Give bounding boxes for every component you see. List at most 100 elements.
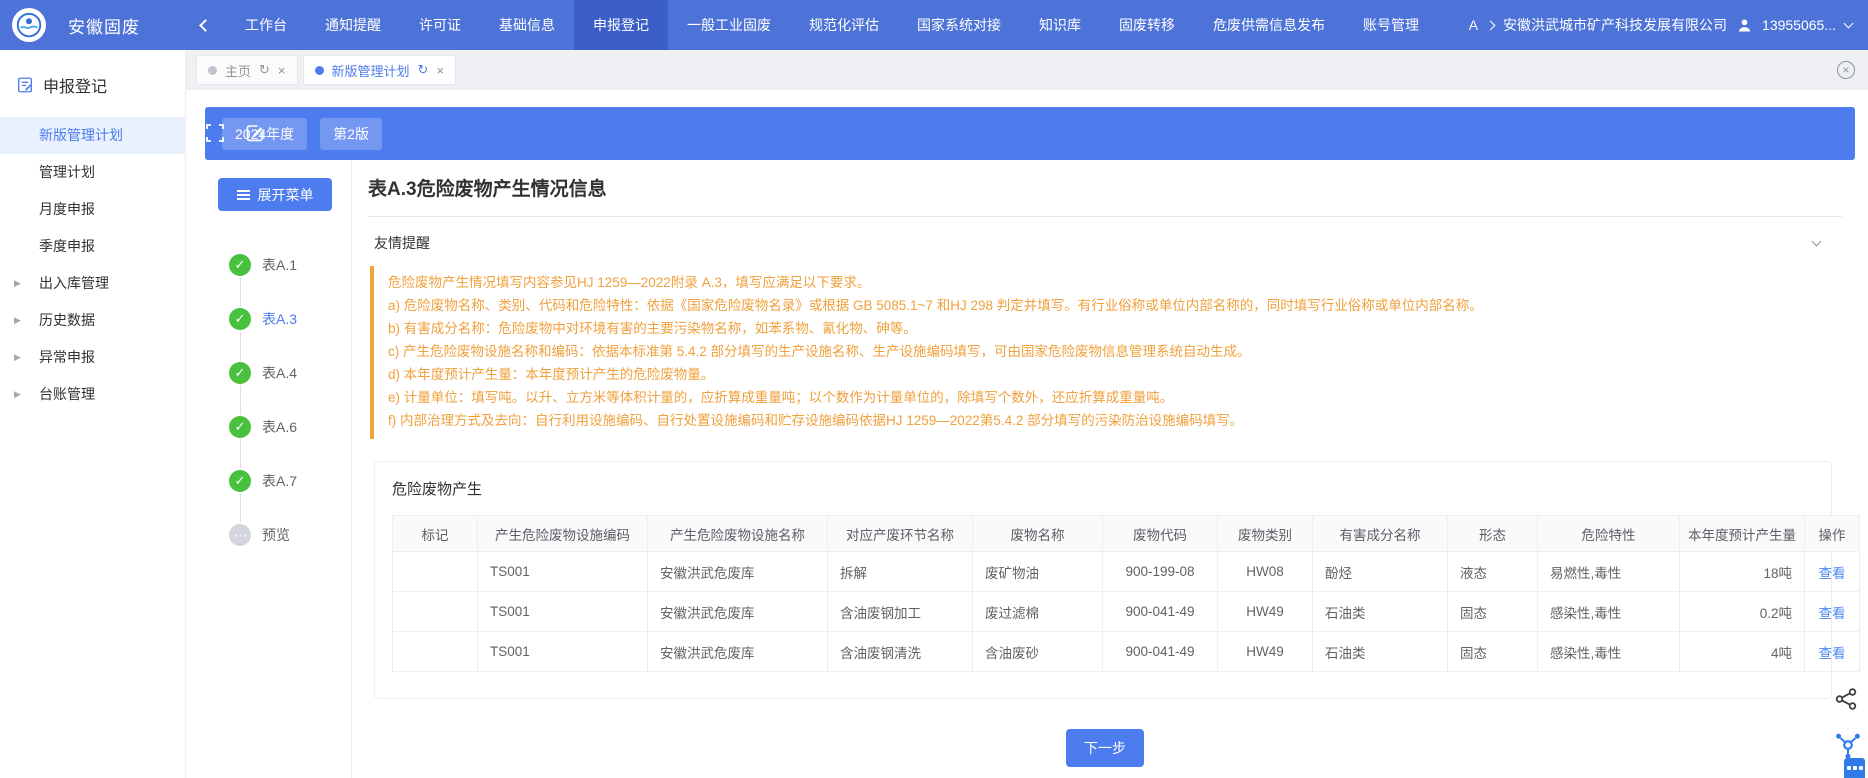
step-label: 表A.3 [262, 309, 297, 329]
float-corner-icon[interactable] [1844, 758, 1865, 778]
sidebar-header: 申报登记 [0, 50, 185, 117]
nav-item[interactable]: 申报登记 [574, 0, 668, 50]
tab-close-icon[interactable]: × [436, 63, 444, 78]
notice-box: 危险废物产生情况填写内容参见HJ 1259—2022附录 A.3，填写应满足以下… [370, 266, 1842, 439]
table-header-cell: 废物类别 [1218, 516, 1313, 552]
float-share-icon[interactable] [1833, 686, 1859, 712]
nav-item[interactable]: 许可证 [400, 0, 480, 50]
user-phone[interactable]: 13955065... [1762, 17, 1836, 33]
reminder-title: 友情提醒 [374, 233, 430, 253]
steps-column: 展开菜单 ✓ 表A.1 ✓ 表A.3 [205, 160, 351, 778]
nav-back-icon[interactable] [188, 21, 222, 30]
fullscreen-icon[interactable] [205, 123, 225, 143]
view-link[interactable]: 查看 [1819, 606, 1846, 621]
tab[interactable]: 主页 ↻ × [196, 55, 298, 85]
cell-waste-category: HW08 [1218, 552, 1313, 592]
sidebar-item-label: 台账管理 [39, 386, 95, 402]
cell-amount: 18吨 [1680, 552, 1805, 592]
step-status-icon: ✓ [229, 416, 251, 438]
step-status-icon: ✓ [229, 470, 251, 492]
sidebar-item[interactable]: ▶ 出入库管理 [0, 265, 185, 302]
edit-icon[interactable] [245, 123, 265, 143]
step-item[interactable]: ⋯ 预览 [229, 508, 351, 562]
cell-stage: 拆解 [828, 552, 973, 592]
nav-item[interactable]: 知识库 [1020, 0, 1100, 50]
waste-card: 危险废物产生 标记产生危险废物设施编码产生危险废物设施名称对应产废环节名称废物 [374, 461, 1832, 699]
view-link[interactable]: 查看 [1819, 566, 1846, 581]
sidebar-item[interactable]: ▶ 管理计划 [0, 154, 185, 191]
nav-item[interactable]: 通知提醒 [306, 0, 400, 50]
cell-facility-code: TS001 [478, 552, 648, 592]
tab-refresh-icon[interactable]: ↻ [418, 62, 429, 78]
sidebar-item-label: 出入库管理 [39, 275, 109, 291]
nav-item[interactable]: 一般工业固废 [668, 0, 790, 50]
cell-waste-code: 900-041-49 [1103, 632, 1218, 672]
cell-mark [393, 632, 478, 672]
navbar-overflow-item[interactable]: A [1469, 17, 1478, 33]
step-item[interactable]: ✓ 表A.6 [229, 400, 351, 454]
step-status-icon: ⋯ [229, 524, 251, 546]
reminder-header[interactable]: 友情提醒 [368, 217, 1842, 266]
tab[interactable]: 新版管理计划 ↻ × [303, 55, 457, 85]
cell-harmful-component: 石油类 [1313, 632, 1448, 672]
content-area: 2024年度 第2版 展开菜单 [186, 90, 1868, 778]
float-network-icon[interactable] [1833, 730, 1863, 760]
caret-down-icon[interactable] [1844, 19, 1854, 29]
step-item[interactable]: ✓ 表A.7 [229, 454, 351, 508]
nav-item[interactable]: 账号管理 [1344, 0, 1438, 50]
nav-item[interactable]: 工作台 [226, 0, 306, 50]
sidebar-item[interactable]: ▶ 月度申报 [0, 191, 185, 228]
cell-form: 固态 [1448, 592, 1538, 632]
nav-item[interactable]: 规范化评估 [790, 0, 898, 50]
sidebar-item-label: 月度申报 [39, 201, 95, 217]
sidebar-title: 申报登记 [43, 73, 107, 97]
step-label: 表A.6 [262, 417, 297, 437]
nav-item[interactable]: 固废转移 [1100, 0, 1194, 50]
cell-facility-code: TS001 [478, 592, 648, 632]
collapse-chevron-icon[interactable] [1812, 237, 1822, 247]
nav-item[interactable]: 基础信息 [480, 0, 574, 50]
cell-waste-code: 900-199-08 [1103, 552, 1218, 592]
notice-line: a) 危险废物名称、类别、代码和危险特性：依据《国家危险废物名录》或根据 GB … [388, 294, 1832, 317]
cell-stage: 含油废钢清洗 [828, 632, 973, 672]
sidebar-item[interactable]: ▶ 台账管理 [0, 376, 185, 413]
cell-amount: 4吨 [1680, 632, 1805, 672]
expand-arrow-icon: ▶ [14, 302, 21, 339]
nav-item[interactable]: 国家系统对接 [898, 0, 1020, 50]
table-header-cell: 产生危险废物设施编码 [478, 516, 648, 552]
sidebar-item-label: 历史数据 [39, 312, 95, 328]
step-item[interactable]: ✓ 表A.1 [229, 238, 351, 292]
step-item[interactable]: ✓ 表A.3 [229, 292, 351, 346]
cell-facility-code: TS001 [478, 632, 648, 672]
tab-refresh-icon[interactable]: ↻ [259, 62, 270, 78]
nav-item[interactable]: 危废供需信息发布 [1194, 0, 1344, 50]
expand-arrow-icon: ▶ [14, 265, 21, 302]
sidebar-item[interactable]: ▶ 新版管理计划 [0, 117, 185, 154]
step-item[interactable]: ✓ 表A.4 [229, 346, 351, 400]
sidebar-item[interactable]: ▶ 历史数据 [0, 302, 185, 339]
cell-facility-name: 安徽洪武危废库 [648, 632, 828, 672]
cell-form: 固态 [1448, 632, 1538, 672]
page-title: 表A.3危险废物产生情况信息 [368, 174, 1842, 201]
cell-amount: 0.2吨 [1680, 592, 1805, 632]
tab-close-icon[interactable]: × [278, 63, 286, 78]
table-header-cell: 本年度预计产生量 [1680, 516, 1805, 552]
nav-more-icon[interactable] [1486, 20, 1496, 30]
cell-waste-name: 废矿物油 [973, 552, 1103, 592]
table-row: TS001 安徽洪武危废库 含油废钢加工 废过滤棉 900-041-49 HW4… [393, 592, 1860, 632]
view-link[interactable]: 查看 [1819, 646, 1846, 661]
expand-menu-button[interactable]: 展开菜单 [218, 178, 332, 211]
tab-dot [208, 66, 217, 75]
next-button[interactable]: 下一步 [1066, 729, 1144, 767]
card-title: 危险废物产生 [392, 478, 1814, 499]
company-name[interactable]: 安徽洪武城市矿产科技发展有限公司 [1503, 15, 1727, 35]
notice-line: 危险废物产生情况填写内容参见HJ 1259—2022附录 A.3，填写应满足以下… [388, 271, 1832, 294]
sidebar-item[interactable]: ▶ 异常申报 [0, 339, 185, 376]
table-header-cell: 废物名称 [973, 516, 1103, 552]
banner-badge: 第2版 [320, 118, 382, 150]
sidebar-item[interactable]: ▶ 季度申报 [0, 228, 185, 265]
top-navbar: 安徽固废 工作台 通知提醒 许可证 基础信息 申报登记 一般工业固废 规范化评估… [0, 0, 1868, 50]
expand-arrow-icon: ▶ [14, 376, 21, 413]
close-all-tabs-button[interactable]: × [1837, 61, 1855, 79]
sidebar-menu: ▶ 新版管理计划 ▶ 管理计划 ▶ 月度申报 ▶ 季度申报 [0, 117, 185, 413]
